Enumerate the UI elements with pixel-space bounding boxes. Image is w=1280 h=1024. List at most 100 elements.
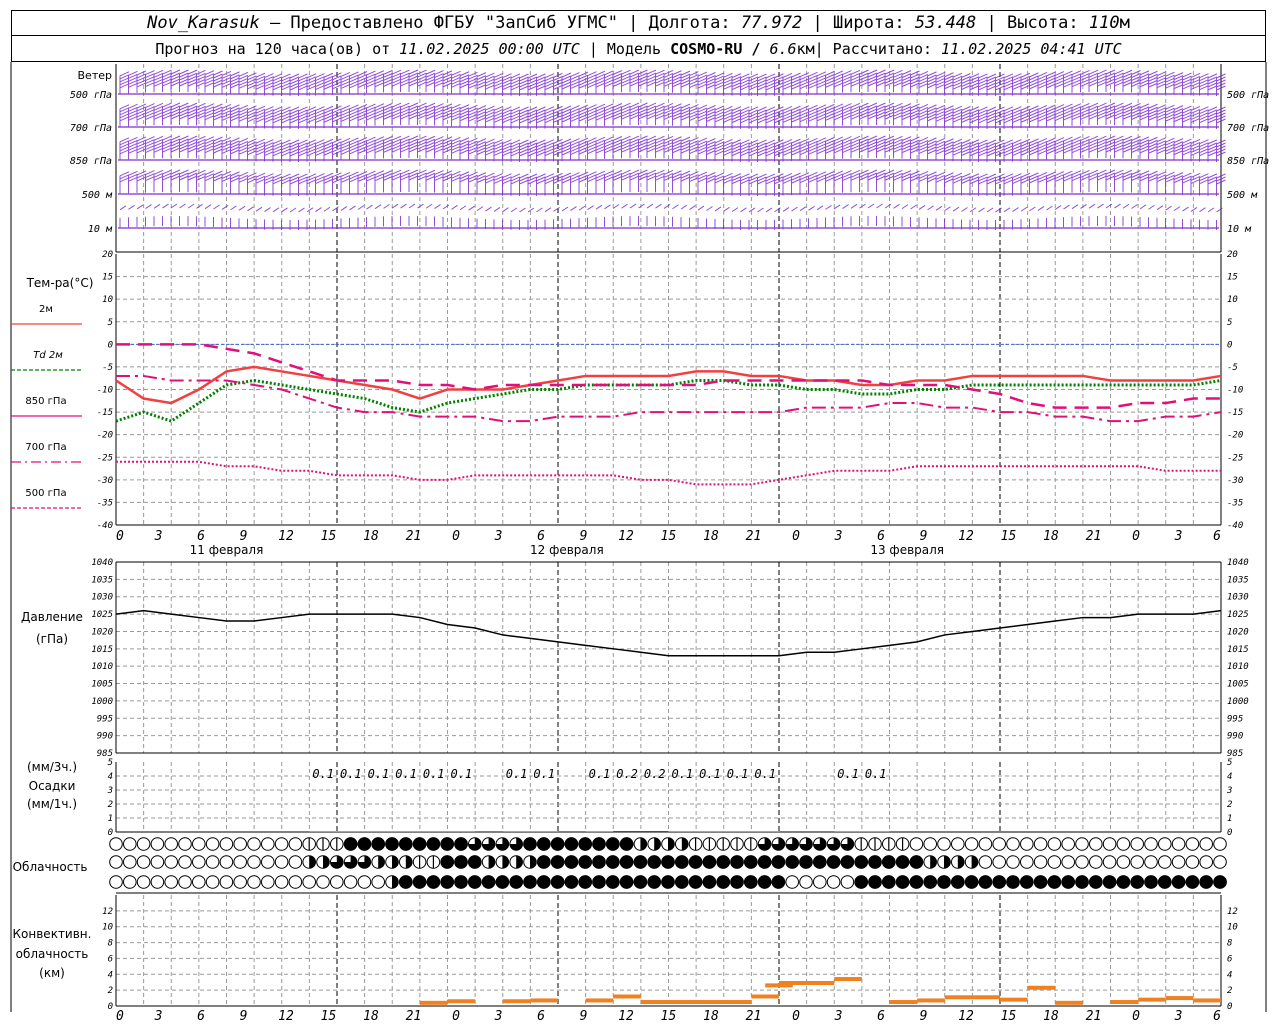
wind-level-label-right: 850 гПа: [1227, 156, 1269, 167]
cloud-middle-icon-half: [944, 855, 951, 869]
cloud-high-icon-outline: [1185, 837, 1200, 851]
cloud-middle-icon-fill: [702, 855, 717, 869]
cloud-middle-icon: [219, 855, 234, 869]
temp-hour-label: 12: [278, 529, 294, 544]
cloud-low-icon-outline: [219, 875, 234, 889]
cloud-high-icon: [109, 837, 123, 851]
cloud-middle-icon: [302, 855, 317, 869]
cloud-high-icon-outline: [261, 837, 275, 851]
cloud-middle-icon-half: [309, 855, 316, 869]
pressure-panel-ytick-right: 1020: [1227, 627, 1249, 637]
cloud-high-icon-outline: [136, 837, 151, 851]
pressure-panel-ytick-right: 1005: [1227, 680, 1249, 690]
precip-value-label: 0.1: [395, 767, 417, 781]
cloud-high-icon: [1116, 837, 1131, 851]
pressure-panel-ytick-left: 1010: [91, 662, 113, 672]
cloud-high-icon: [330, 837, 344, 851]
conv-cloud-bar: [613, 994, 641, 999]
cloud-middle-icon: [578, 855, 593, 869]
cloud-middle-icon-outline: [219, 855, 234, 869]
temp-hour-label: 0: [1132, 529, 1140, 544]
cloud-high-icon-outline: [247, 837, 261, 851]
cloud-middle-icon: [509, 855, 524, 869]
cloud-high-icon: [661, 837, 675, 851]
cloud-low-icon: [150, 875, 165, 889]
cloud-middle-icon-fill: [813, 855, 827, 869]
cloud-middle-icon: [550, 855, 565, 869]
conv-panel-ytick-right: 0: [1227, 1002, 1232, 1012]
cloud-middle-icon: [495, 855, 510, 869]
cloud-low-icon: [992, 875, 1007, 889]
cloud-high-icon-outline: [205, 837, 220, 851]
temp-hour-label: 9: [920, 529, 928, 544]
cloud-middle-icon-fill: [606, 855, 620, 869]
precip-value-label: 0.1: [312, 767, 334, 781]
conv-hour-label: 21: [746, 1009, 762, 1024]
temp-hour-label: 21: [746, 529, 762, 544]
temp-panel-ytick-right: 0: [1227, 340, 1232, 350]
temp-panel-ytick-left: 0: [108, 340, 113, 350]
cloud-low-icon: [233, 875, 247, 889]
conv-panel-ytick-right: 8: [1227, 939, 1232, 949]
cloud-low-icon-fill: [1158, 875, 1172, 889]
cloud-middle-icon-half: [488, 855, 495, 869]
cloud-high-icon: [481, 837, 496, 851]
cloud-high-icon: [592, 837, 606, 851]
cloud-low-icon: [302, 875, 317, 889]
conv-axis-label: Конвективн.: [13, 927, 92, 941]
cloud-middle-icon: [274, 855, 289, 869]
precip-axis-unit-top: (мм/3ч.): [27, 760, 77, 774]
cloud-middle-icon: [1158, 855, 1172, 869]
wind-level-label: 850 гПа: [70, 156, 112, 167]
cloud-high-icon-fill: [523, 837, 537, 851]
cloud-middle-icon: [840, 855, 855, 869]
temp-hour-label: 6: [197, 529, 205, 544]
conv-cloud-bar: [723, 1000, 752, 1005]
conv-cloud-bar: [696, 1000, 724, 1005]
cloud-middle-icon: [951, 855, 965, 869]
cloud-middle-icon-fill: [771, 855, 786, 869]
cloud-middle-icon-fill: [799, 855, 813, 869]
cloud-high-icon: [426, 837, 441, 851]
temp-panel-ytick-right: -35: [1227, 498, 1243, 508]
cloud-low-icon: [647, 875, 662, 889]
cloud-high-icon-half: [668, 837, 675, 851]
cloud-low-icon-outline: [274, 875, 289, 889]
cloud-middle-icon-outline: [1213, 855, 1227, 869]
cloud-middle-icon-fill: [440, 855, 455, 869]
cloud-axis-label: Облачность: [13, 860, 88, 874]
cloud-low-icon-fill: [412, 875, 427, 889]
cloud-middle-icon: [426, 855, 441, 869]
cloud-high-icon: [468, 837, 482, 851]
temp-panel-ytick-right: 15: [1227, 273, 1238, 283]
precip-value-label: 0.1: [340, 767, 362, 781]
temp-hour-label: 6: [537, 529, 545, 544]
cloud-middle-icon: [247, 855, 261, 869]
conv-cloud-bar: [889, 1000, 918, 1005]
cloud-high-icon: [192, 837, 206, 851]
cloud-middle-icon: [688, 855, 703, 869]
cloud-low-icon: [564, 875, 579, 889]
cloud-middle-icon: [1130, 855, 1144, 869]
wind-level-label-right: 500 гПа: [1227, 90, 1269, 101]
cloud-high-icon-outline: [274, 837, 289, 851]
cloud-middle-icon: [261, 855, 275, 869]
cloud-high-icon-outline: [123, 837, 137, 851]
precip-panel-ytick-right: 2: [1227, 800, 1232, 810]
cloud-high-icon-outline: [192, 837, 206, 851]
precip-panel-ytick-left: 2: [108, 800, 113, 810]
cloud-middle-icon-fill: [454, 855, 468, 869]
precip-panel-ytick-left: 5: [108, 758, 113, 768]
cloud-high-icon: [702, 837, 717, 851]
cloud-low-icon: [813, 875, 827, 889]
cloud-high-icon: [744, 837, 758, 851]
cloud-high-icon: [1171, 837, 1186, 851]
cloud-low-icon: [426, 875, 441, 889]
cloud-low-icon-outline: [357, 875, 372, 889]
cloud-high-icon: [1047, 837, 1062, 851]
cloud-middle-icon: [1102, 855, 1117, 869]
temp-panel-ytick-left: -30: [97, 476, 113, 486]
cloud-low-icon: [509, 875, 524, 889]
cloud-high-icon-outline: [909, 837, 924, 851]
cloud-low-icon-fill: [426, 875, 441, 889]
